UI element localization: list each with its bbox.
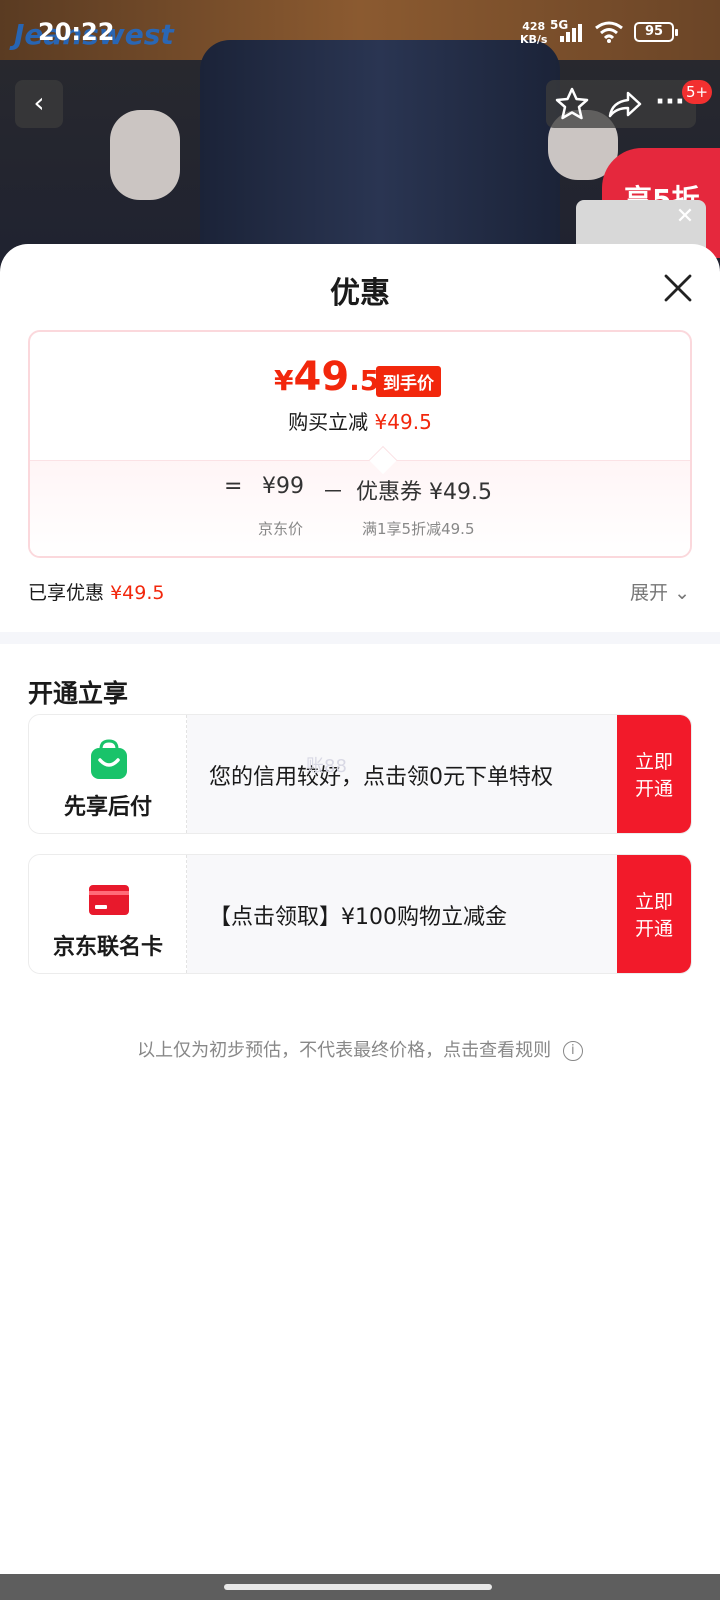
enjoyed-label: 已享优惠 — [28, 582, 105, 604]
open-now-line-1: 立即 — [634, 751, 673, 773]
chevron-left-icon: ‹ — [33, 86, 45, 119]
wifi-icon — [595, 21, 623, 43]
home-indicator[interactable] — [224, 1584, 492, 1590]
equals-sign: = — [224, 474, 243, 499]
section-divider — [0, 632, 720, 644]
rules-footnote[interactable]: 以上仅为初步预估，不代表最终价格，点击查看规则 i — [0, 1036, 720, 1062]
footnote-text: 以上仅为初步预估，不代表最终价格，点击查看规则 — [137, 1040, 552, 1061]
coupon-caption: 满1享5折减49.5 — [362, 520, 475, 538]
open-now-line-2: 开通 — [634, 778, 673, 800]
status-bar: 20:22 428 KB/s 5G 95 — [0, 0, 720, 66]
co-brand-card[interactable]: 京东联名卡 【点击领取】¥100购物立减金 立即 开通 — [28, 854, 692, 974]
shopping-bag-icon — [91, 739, 127, 779]
base-price: ¥99 — [262, 474, 304, 499]
close-icon[interactable] — [660, 270, 696, 306]
credit-card-icon — [89, 885, 129, 915]
final-price-decimal: .5 — [349, 364, 380, 397]
sheet-title: 优惠 — [330, 276, 390, 311]
coupon-value: ¥49.5 — [429, 480, 492, 505]
share-icon[interactable] — [604, 84, 644, 124]
chevron-down-icon: ⌄ — [674, 582, 690, 604]
pay-later-text: 您的信用较好，点击领0元下单特权 — [209, 765, 553, 790]
co-brand-label: 京东联名卡 — [52, 935, 163, 960]
coupon-amount: 优惠券 ¥49.5 — [356, 474, 492, 506]
battery-icon: 95 — [634, 22, 678, 42]
card-left-panel: 先享后付 — [29, 715, 187, 833]
pay-later-card[interactable]: 先享后付 您的信用较好，点击领0元下单特权 立即 开通 — [28, 714, 692, 834]
enjoyed-discount: 已享优惠 ¥49.5 — [28, 578, 164, 605]
open-now-line-1: 立即 — [634, 891, 673, 913]
instant-cut-value: ¥49.5 — [374, 410, 432, 434]
signal-icon — [560, 24, 582, 42]
open-section-title: 开通立享 — [28, 679, 129, 708]
final-price-integer: 49 — [293, 354, 350, 400]
card-left-panel: 京东联名卡 — [29, 855, 187, 973]
watermark-text: 账88 — [306, 756, 347, 777]
star-icon[interactable] — [552, 84, 592, 124]
expand-label: 展开 — [630, 582, 669, 604]
close-icon[interactable]: ✕ — [670, 202, 700, 232]
final-price: ¥49.5 — [274, 354, 379, 400]
pay-later-label: 先享后付 — [63, 795, 152, 820]
minus-sign: － — [322, 480, 345, 505]
expand-button[interactable]: 展开 ⌄ — [630, 578, 690, 605]
network-speed: 428 KB/s — [520, 20, 547, 46]
base-price-caption: 京东价 — [258, 520, 304, 538]
status-time: 20:22 — [38, 18, 115, 46]
info-icon[interactable]: i — [562, 1041, 583, 1061]
co-brand-text: 【点击领取】¥100购物立减金 — [209, 905, 507, 930]
open-now-line-2: 开通 — [634, 918, 673, 940]
open-now-button[interactable]: 立即 开通 — [617, 855, 691, 973]
final-price-tag: 到手价 — [376, 366, 441, 397]
back-button[interactable]: ‹ — [15, 80, 63, 128]
final-price-currency: ¥ — [274, 364, 294, 397]
instant-cut-line: 购买立减 ¥49.5 — [0, 406, 720, 435]
network-speed-value: 428 — [522, 20, 546, 33]
product-hand-left — [110, 110, 180, 200]
message-count-badge: 5+ — [682, 80, 713, 104]
open-now-button[interactable]: 立即 开通 — [617, 715, 691, 833]
network-speed-unit: KB/s — [520, 33, 548, 46]
instant-cut-label: 购买立减 — [288, 410, 369, 434]
coupon-label: 优惠券 — [356, 480, 423, 505]
enjoyed-value: ¥49.5 — [110, 582, 165, 604]
